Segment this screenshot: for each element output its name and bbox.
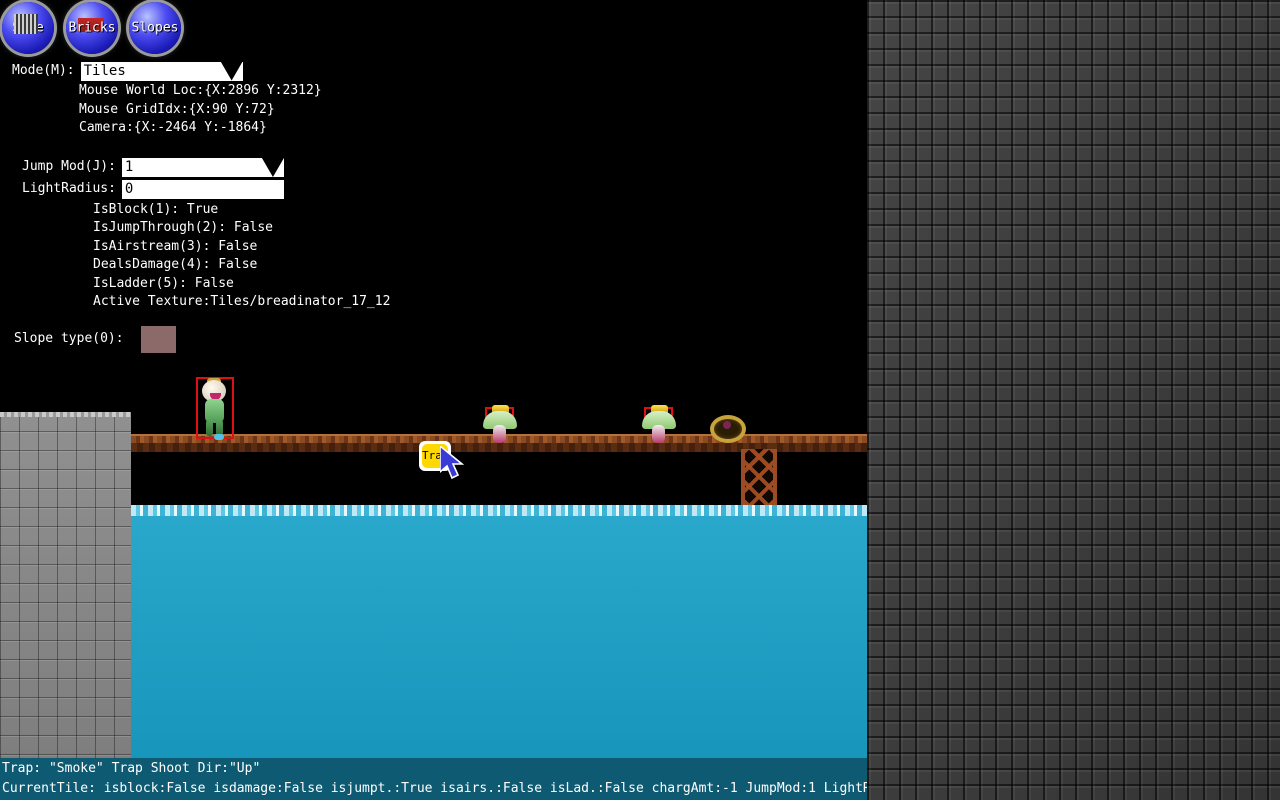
light-radius-row: LightRadius: 0: [0, 179, 390, 201]
player-sprite[interactable]: [200, 380, 230, 436]
light-radius-input[interactable]: 0: [122, 180, 284, 199]
jump-mod-dropdown[interactable]: 1: [122, 158, 284, 177]
hud-panel: Mode(M): Tiles Mouse World Loc:{X:2896 Y…: [0, 60, 390, 351]
mode-label: Mode(M):: [12, 62, 75, 81]
mode-dropdown[interactable]: Tiles: [81, 62, 243, 81]
save-button[interactable]: Save: [2, 2, 54, 54]
world-viewport[interactable]: Trap Save Bricks Slopes Mode(M): Tiles: [0, 0, 867, 800]
mode-dropdown-value: Tiles: [84, 62, 126, 81]
light-radius-label: LightRadius:: [22, 180, 116, 199]
flag-deals-damage: DealsDamage(4): False: [0, 256, 390, 275]
status-currenttile-line: CurrentTile: isblock:False isdamage:Fals…: [0, 779, 867, 799]
flag-is-block: IsBlock(1): True: [0, 201, 390, 220]
chevron-down-icon: [262, 158, 284, 177]
ground-strip-right: [771, 434, 867, 452]
water-surface: [131, 505, 867, 516]
mouse-world-loc: Mouse World Loc:{X:2896 Y:2312}: [0, 82, 390, 101]
flag-is-ladder: IsLadder(5): False: [0, 275, 390, 294]
camera-position: Camera:{X:-2464 Y:-1864}: [0, 119, 390, 138]
slopes-button[interactable]: Slopes: [129, 2, 181, 54]
active-texture: Active Texture:Tiles/breadinator_17_12: [0, 293, 390, 312]
tile-palette-pane[interactable]: Trap Trap Trap Trap Tr S a p o Trap: [867, 0, 1280, 800]
status-bar: Trap: "Smoke" Trap Shoot Dir:"Up" Curren…: [0, 758, 867, 800]
light-radius-value: 0: [125, 180, 133, 199]
enemy-sprite-1[interactable]: [483, 405, 517, 443]
flag-is-jump-through: IsJumpThrough(2): False: [0, 219, 390, 238]
mode-row: Mode(M): Tiles: [0, 60, 390, 82]
slope-type-row: Slope type(0):: [0, 329, 390, 351]
enemy-sprite-2[interactable]: [642, 405, 676, 443]
bricks-button[interactable]: Bricks: [66, 2, 118, 54]
bricks-button-label: Bricks: [66, 21, 118, 36]
editor-window: Trap Save Bricks Slopes Mode(M): Tiles: [0, 0, 1280, 800]
jump-mod-value: 1: [125, 158, 133, 177]
slope-type-swatch[interactable]: [141, 326, 176, 353]
status-trap-line: Trap: "Smoke" Trap Shoot Dir:"Up": [0, 759, 867, 779]
jump-mod-row: Jump Mod(J): 1: [0, 157, 390, 179]
scaffold-tower-mid: [741, 449, 777, 505]
stone-wall-block: [0, 412, 131, 800]
water-body: [131, 505, 867, 800]
save-icon: [14, 14, 38, 34]
mouse-grid-idx: Mouse GridIdx:{X:90 Y:72}: [0, 101, 390, 120]
slope-type-label: Slope type(0):: [14, 330, 124, 349]
flag-is-airstream: IsAirstream(3): False: [0, 238, 390, 257]
jump-mod-label: Jump Mod(J):: [22, 158, 116, 177]
ring-pickup-item[interactable]: [710, 415, 746, 443]
chevron-down-icon: [221, 62, 243, 81]
slopes-button-label: Slopes: [129, 21, 181, 36]
